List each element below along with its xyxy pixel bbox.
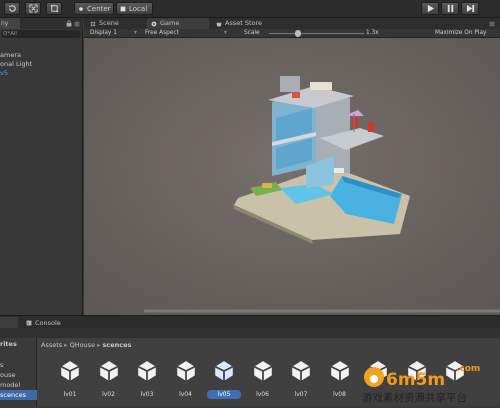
hierarchy-item-camera[interactable]: amera — [0, 51, 21, 60]
scale-slider-thumb[interactable] — [294, 30, 301, 37]
pivot-toggle[interactable]: Center — [74, 2, 114, 15]
watermark-caption: 游戏素材资源共享平台 — [362, 391, 467, 404]
asset-item[interactable]: lv02 — [92, 358, 124, 400]
asset-label: lv07 — [294, 391, 308, 398]
asset-item[interactable]: lv01 — [53, 358, 85, 400]
view-menu-icon[interactable] — [488, 21, 496, 27]
tab-scene-label: Scene — [99, 19, 119, 27]
maximize-on-play-toggle[interactable]: Maximize On Play — [435, 29, 486, 38]
display-select[interactable]: Display 1 — [90, 29, 117, 38]
asset-label: lv04 — [179, 391, 192, 398]
asset-label: lv03 — [140, 391, 154, 398]
favorites-header: rites — [0, 340, 17, 348]
asset-item[interactable]: lv07 — [284, 358, 316, 400]
game-scene-render — [84, 38, 500, 315]
step-button[interactable] — [461, 2, 479, 15]
watermark-brand: 6m5m — [386, 370, 445, 390]
game-viewport[interactable] — [84, 38, 500, 315]
refresh-icon — [8, 5, 16, 12]
tab-hierarchy[interactable]: ny — [0, 18, 20, 29]
unity-scene-icon — [327, 358, 353, 384]
favorites-panel: rites s ouse model scences — [0, 338, 37, 406]
fav-item-assets[interactable]: s — [0, 360, 37, 370]
asset-item[interactable]: lv05 — [207, 358, 241, 400]
game-icon — [151, 21, 157, 26]
breadcrumb-mid[interactable]: QHouse — [70, 341, 96, 349]
tab-asset-store-label: Asset Store — [225, 19, 263, 27]
unity-scene-icon — [96, 358, 122, 384]
display-dropdown-icon: ▾ — [134, 30, 137, 36]
asset-item[interactable]: lv08 — [323, 358, 355, 400]
refresh-tool-button[interactable] — [4, 2, 20, 15]
unity-scene-icon — [250, 358, 276, 384]
asset-item[interactable]: lv03 — [130, 358, 162, 400]
aspect-dropdown-icon: ▾ — [224, 30, 227, 36]
fav-item-qhouse[interactable]: ouse — [0, 370, 37, 380]
bottom-tabbar: Console — [0, 315, 500, 329]
space-toggle[interactable]: Local — [116, 2, 153, 15]
scale-tool-button[interactable] — [25, 2, 41, 15]
breadcrumb: Assets ▸ QHouse ▸ scences — [41, 340, 131, 350]
hierarchy-item-lv5[interactable]: v5 — [0, 69, 8, 78]
store-icon — [216, 22, 222, 26]
game-view-toolbar: Display 1 ▾ Free Aspect ▾ Scale 1.3x Max… — [84, 29, 500, 38]
asset-label: lv06 — [256, 391, 269, 398]
scale-label: Scale — [244, 30, 260, 36]
pivot-label: Center — [87, 4, 111, 13]
expand-icon — [28, 4, 38, 13]
pivot-icon — [79, 6, 83, 11]
fav-item-scences[interactable]: scences — [0, 390, 37, 400]
pause-icon — [447, 4, 453, 13]
scale-value: 1.3x — [366, 30, 379, 36]
hierarchy-tabbar: ny — [0, 18, 83, 29]
unity-scene-icon — [211, 358, 237, 384]
breadcrumb-root[interactable]: Assets — [41, 341, 62, 349]
tab-game[interactable]: Game — [147, 18, 209, 29]
tab-scene[interactable]: Scene — [86, 18, 123, 29]
unity-scene-icon — [134, 358, 160, 384]
space-label: Local — [129, 4, 148, 13]
hierarchy-item-light[interactable]: onal Light — [0, 60, 32, 69]
breadcrumb-current[interactable]: scences — [103, 341, 132, 349]
panel-menu-icon[interactable] — [74, 21, 80, 27]
local-icon — [120, 6, 126, 11]
tab-asset-store[interactable]: Asset Store — [212, 18, 266, 29]
unity-scene-icon — [173, 358, 199, 384]
aspect-select[interactable]: Free Aspect — [145, 29, 179, 38]
fav-item-model[interactable]: model — [0, 380, 37, 390]
asset-item[interactable]: lv06 — [246, 358, 278, 400]
watermark-tld: .com — [456, 364, 480, 374]
unity-scene-icon — [288, 358, 314, 384]
hierarchy-panel: ny Q*All amera onal Light v5 — [0, 18, 83, 315]
scale-slider[interactable] — [269, 30, 364, 37]
rect-tool-icon — [50, 4, 58, 13]
project-toolbar — [0, 328, 500, 338]
pause-button[interactable] — [441, 2, 459, 15]
asset-item[interactable]: lv04 — [169, 358, 201, 400]
hash-icon — [90, 21, 96, 26]
unity-scene-icon — [57, 358, 83, 384]
asset-label: lv01 — [63, 391, 77, 398]
view-tabbar: Scene Game Asset Store — [84, 18, 500, 29]
tab-game-label: Game — [160, 19, 180, 27]
console-icon — [26, 320, 32, 326]
asset-label: lv05 — [207, 390, 241, 399]
step-icon — [466, 4, 474, 13]
main-toolbar: Center Local — [0, 0, 500, 18]
asset-label: lv08 — [333, 391, 346, 398]
rect-tool-button[interactable] — [46, 2, 62, 15]
play-button[interactable] — [421, 2, 439, 15]
hierarchy-search-input[interactable]: Q*All — [1, 30, 81, 38]
watermark-logo: 6m5m .com 游戏素材资源共享平台 — [360, 357, 500, 406]
asset-label: lv02 — [102, 391, 115, 398]
play-icon — [427, 4, 434, 13]
lock-icon[interactable] — [66, 20, 72, 27]
